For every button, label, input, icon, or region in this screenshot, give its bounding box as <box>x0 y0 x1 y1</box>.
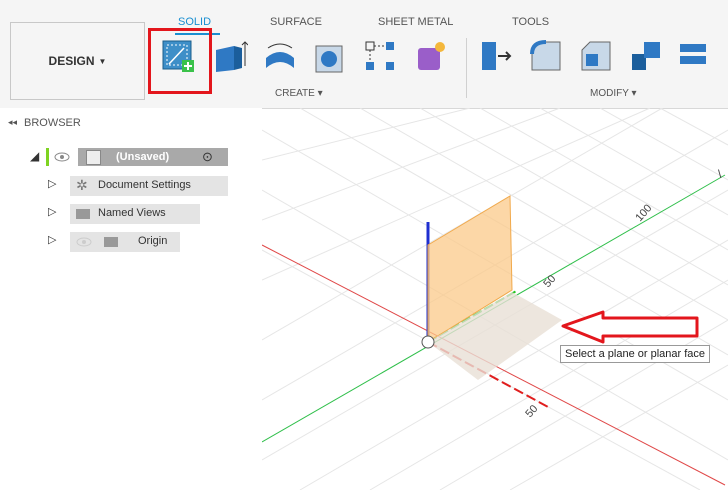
create-form-icon[interactable] <box>412 38 448 74</box>
component-icon <box>86 150 101 165</box>
workspace-label: DESIGN <box>48 54 95 68</box>
tab-solid[interactable]: SOLID <box>178 16 211 28</box>
pattern-icon[interactable] <box>362 38 398 74</box>
combine-icon[interactable] <box>676 38 712 74</box>
expand-triangle-icon[interactable]: ▷ <box>48 205 56 218</box>
browser-item-document-settings[interactable]: ▷ ✲ Document Settings <box>48 176 228 196</box>
workspace-switcher[interactable]: DESIGN ▼ <box>10 22 145 100</box>
browser-header[interactable]: ◂◂ BROWSER <box>0 112 262 136</box>
press-pull-icon[interactable] <box>478 38 514 74</box>
expand-triangle-icon[interactable]: ▷ <box>48 177 56 190</box>
eye-icon[interactable] <box>54 151 70 163</box>
folder-icon <box>104 237 118 247</box>
chevron-down-icon: ▼ <box>98 56 107 66</box>
sketch-tool-highlight <box>148 28 212 94</box>
tab-sheet-metal[interactable]: SHEET METAL <box>378 16 453 28</box>
viewcube-edge[interactable]: \ <box>718 167 722 181</box>
selection-tooltip: Select a plane or planar face <box>560 345 711 363</box>
folder-icon <box>76 209 90 219</box>
canvas-viewport[interactable]: 100 50 50 \ <box>262 108 728 490</box>
chamfer-icon[interactable] <box>578 38 614 74</box>
eye-hidden-icon[interactable] <box>76 236 92 248</box>
tab-surface[interactable]: SURFACE <box>270 16 322 28</box>
expand-triangle-icon[interactable]: ◢ <box>30 149 39 163</box>
browser-root-row[interactable]: ◢ (Unsaved) ⊙ <box>30 148 230 168</box>
gear-icon: ✲ <box>76 177 88 193</box>
expand-triangle-icon[interactable]: ▷ <box>48 233 56 246</box>
item-label: Origin <box>138 235 168 247</box>
shell-icon[interactable] <box>628 38 664 74</box>
origin-point[interactable] <box>421 335 435 349</box>
create-menu[interactable]: CREATE ▾ <box>275 88 323 99</box>
browser-title: BROWSER <box>24 117 81 129</box>
item-label: Document Settings <box>98 179 191 191</box>
toolbar-separator <box>466 38 467 98</box>
modify-menu[interactable]: MODIFY ▾ <box>590 88 637 99</box>
axis-label-50-y: 50 <box>541 273 558 290</box>
revolve-icon[interactable] <box>262 38 298 74</box>
tab-tools[interactable]: TOOLS <box>512 16 549 28</box>
browser-item-origin[interactable]: ▷ Origin <box>48 232 228 252</box>
extrude-icon[interactable] <box>212 38 248 74</box>
item-label: Named Views <box>98 207 166 219</box>
activate-radio-icon[interactable]: ⊙ <box>202 149 213 165</box>
root-label: (Unsaved) <box>116 151 170 163</box>
browser-item-named-views[interactable]: ▷ Named Views <box>48 204 228 224</box>
axis-label-50-x: 50 <box>523 403 540 420</box>
fillet-icon[interactable] <box>528 38 564 74</box>
collapse-icon[interactable]: ◂◂ <box>8 117 17 128</box>
hole-icon[interactable] <box>312 38 348 74</box>
active-indicator <box>46 148 49 166</box>
